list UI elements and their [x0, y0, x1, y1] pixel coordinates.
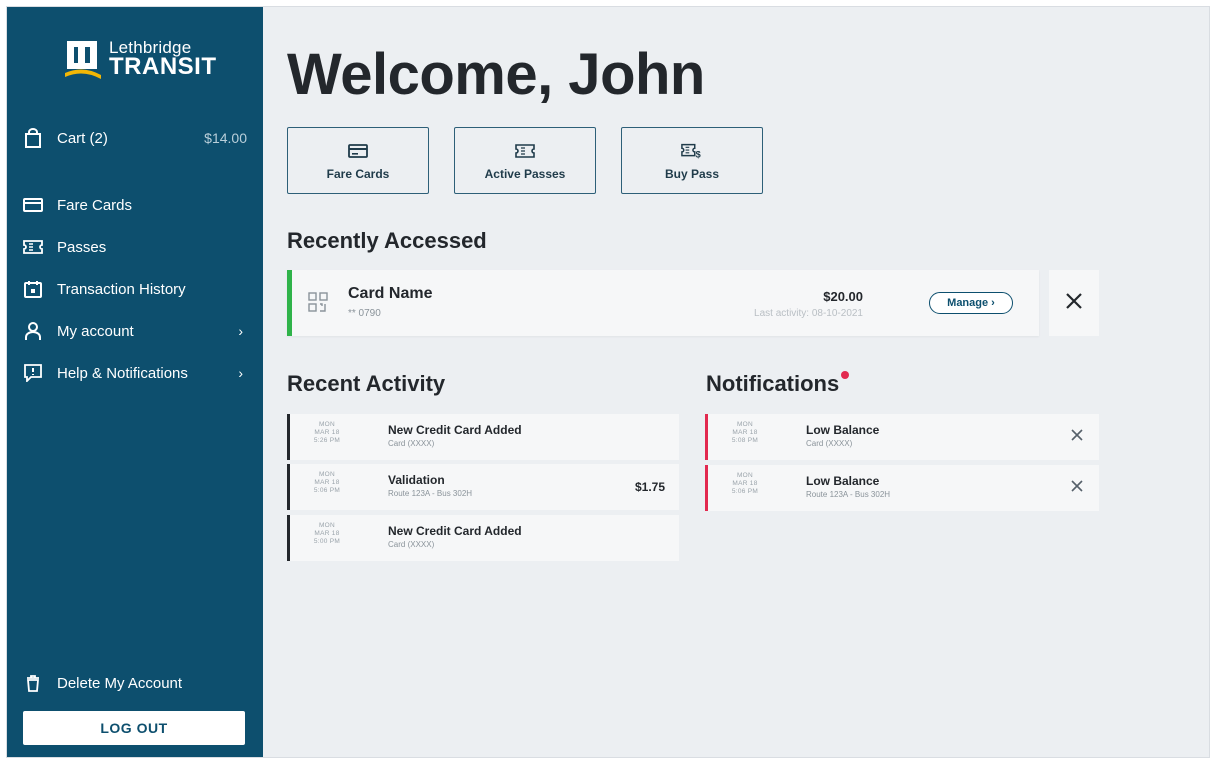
transit-logo-icon	[65, 39, 103, 79]
lethbridge-transit-logo[interactable]: Lethbridge TRANSIT	[65, 39, 217, 79]
trash-icon	[23, 673, 43, 693]
activity-date: MON MAR 18 5:00 PM	[313, 522, 341, 545]
sidebar-item-label: My account	[57, 322, 134, 340]
sidebar-item-fare-cards[interactable]: Fare Cards	[23, 193, 247, 217]
calendar-icon	[23, 279, 43, 299]
close-icon[interactable]	[1069, 478, 1085, 494]
sidebar-item-transaction-history[interactable]: Transaction History	[23, 277, 247, 301]
activity-title: New Credit Card Added	[388, 423, 522, 437]
activity-subtitle: Card (XXXX)	[388, 439, 435, 448]
main-content: Welcome, John Fare Cards Active Passes $…	[263, 7, 1209, 757]
fare-cards-button[interactable]: Fare Cards	[287, 127, 429, 194]
sidebar-item-my-account[interactable]: My account ›	[23, 319, 247, 343]
app-window: Lethbridge TRANSIT Cart (2) $14.00 Fare …	[6, 6, 1210, 758]
help-bubble-icon	[23, 363, 43, 383]
card-number: ** 0790	[348, 308, 381, 319]
activity-item[interactable]: MON MAR 18 5:00 PM New Credit Card Added…	[287, 515, 679, 561]
cart-total: $14.00	[204, 130, 247, 146]
recent-activity-title: Recent Activity	[287, 371, 446, 396]
sidebar-item-label: Passes	[57, 238, 107, 256]
notification-date: MON MAR 18 5:06 PM	[731, 472, 759, 495]
logout-button[interactable]: LOG OUT	[23, 711, 245, 745]
notification-item[interactable]: MON MAR 18 5:06 PM Low Balance Route 123…	[705, 465, 1099, 511]
sidebar-item-cart[interactable]: Cart (2) $14.00	[23, 126, 247, 150]
shopping-bag-icon	[23, 128, 43, 148]
notification-date: MON MAR 18 5:08 PM	[731, 421, 759, 444]
sidebar-item-label: Fare Cards	[57, 196, 133, 214]
sidebar-item-label: Cart (2)	[57, 129, 108, 147]
card-name: Card Name	[348, 285, 433, 302]
fare-cards-button-label: Fare Cards	[326, 166, 390, 181]
page-title: Welcome, John	[287, 42, 705, 107]
activity-title: Validation	[388, 473, 445, 487]
activity-subtitle: Route 123A - Bus 302H	[388, 489, 473, 498]
activity-date: MON MAR 18 5:06 PM	[313, 471, 341, 494]
last-activity: Last activity: 08-10-2021	[754, 308, 863, 319]
activity-subtitle: Card (XXXX)	[388, 540, 435, 549]
sidebar-item-passes[interactable]: Passes	[23, 235, 247, 259]
card-balance: $20.00	[823, 289, 863, 304]
dismiss-recent-button[interactable]	[1049, 270, 1099, 336]
activity-item[interactable]: MON MAR 18 5:06 PM Validation Route 123A…	[287, 464, 679, 510]
close-icon	[1065, 292, 1083, 315]
qr-code-icon	[308, 292, 328, 317]
notification-title: Low Balance	[806, 423, 880, 437]
notification-item[interactable]: MON MAR 18 5:08 PM Low Balance Card (XXX…	[705, 414, 1099, 460]
manage-button[interactable]: Manage ›	[929, 292, 1013, 314]
activity-item[interactable]: MON MAR 18 5:26 PM New Credit Card Added…	[287, 414, 679, 460]
notification-subtitle: Card (XXXX)	[806, 439, 853, 448]
ticket-icon	[23, 237, 43, 257]
logo-text-bottom: TRANSIT	[109, 53, 217, 80]
notification-subtitle: Route 123A - Bus 302H	[806, 490, 891, 499]
svg-text:$: $	[696, 149, 701, 159]
sidebar-item-help-notifications[interactable]: Help & Notifications ›	[23, 361, 247, 385]
buy-pass-button-label: Buy Pass	[664, 166, 720, 181]
active-passes-button-label: Active Passes	[484, 166, 566, 181]
notification-title: Low Balance	[806, 474, 880, 488]
notification-badge	[841, 371, 849, 379]
recent-card-row[interactable]: Card Name ** 0790 $20.00 Last activity: …	[287, 270, 1039, 336]
sidebar-item-label: Help & Notifications	[57, 364, 188, 382]
card-icon	[347, 141, 369, 161]
active-passes-button[interactable]: Active Passes	[454, 127, 596, 194]
ticket-icon	[514, 141, 536, 161]
sidebar-item-label: Transaction History	[57, 280, 186, 298]
ticket-dollar-icon: $	[681, 141, 703, 161]
activity-amount: $1.75	[634, 480, 665, 494]
activity-title: New Credit Card Added	[388, 524, 522, 538]
delete-account-label: Delete My Account	[57, 674, 183, 692]
delete-account-link[interactable]: Delete My Account	[23, 671, 247, 695]
chevron-right-icon: ›	[238, 365, 243, 381]
close-icon[interactable]	[1069, 427, 1085, 443]
notifications-title: Notifications	[706, 371, 840, 396]
sidebar: Lethbridge TRANSIT Cart (2) $14.00 Fare …	[7, 7, 263, 757]
chevron-right-icon: ›	[238, 323, 243, 339]
recently-accessed-title: Recently Accessed	[287, 228, 487, 253]
activity-date: MON MAR 18 5:26 PM	[313, 421, 341, 444]
card-icon	[23, 195, 43, 215]
buy-pass-button[interactable]: $ Buy Pass	[621, 127, 763, 194]
user-icon	[23, 321, 43, 341]
